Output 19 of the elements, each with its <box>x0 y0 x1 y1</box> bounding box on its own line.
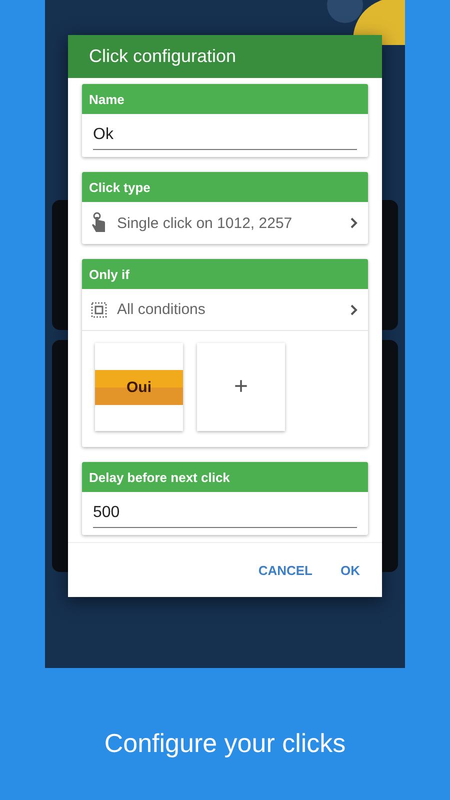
click-type-row[interactable]: Single click on 1012, 2257 <box>82 202 368 244</box>
caption: Configure your clicks <box>104 728 346 759</box>
dialog-button[interactable]: OK <box>330 554 370 586</box>
selection-icon <box>91 302 107 318</box>
section-header: Only if <box>82 259 368 289</box>
condition-image: Oui <box>95 370 183 404</box>
condition-tile[interactable]: Oui <box>95 343 183 431</box>
dialog-button[interactable]: CANCEL <box>248 554 322 586</box>
dialog-title: Click configuration <box>68 35 382 78</box>
section-header: Click type <box>82 172 368 202</box>
hand-icon <box>91 212 107 234</box>
section-header: Name <box>82 84 368 114</box>
section-header: Delay before next click <box>82 462 368 492</box>
chevron-icon <box>350 217 358 229</box>
add-condition-button[interactable]: + <box>197 343 285 431</box>
text-field[interactable]: Ok <box>93 122 357 150</box>
chevron-icon <box>350 304 358 316</box>
text-field[interactable]: 500 <box>93 500 357 528</box>
condition-operator-row[interactable]: All conditions <box>82 289 368 331</box>
